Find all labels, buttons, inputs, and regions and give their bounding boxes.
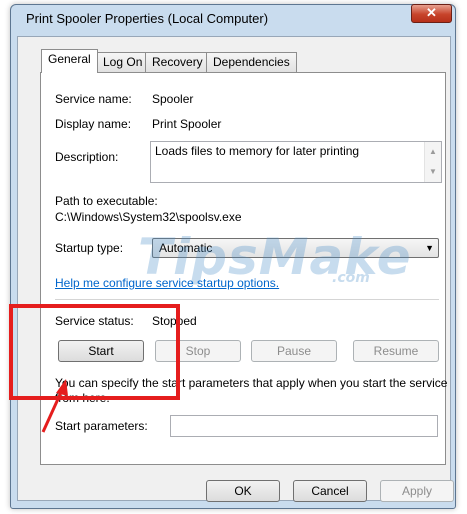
annotation-arrow-icon bbox=[41, 379, 68, 433]
